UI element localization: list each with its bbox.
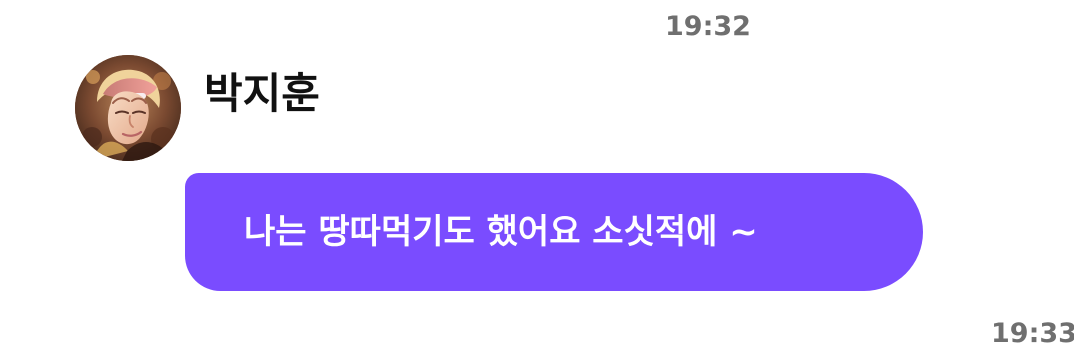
timestamp-top: 19:32 [665, 11, 751, 42]
message-text: 나는 땅따먹기도 했어요 소싯적에 ~ [244, 212, 758, 252]
message-bubble[interactable]: 나는 땅따먹기도 했어요 소싯적에 ~ [185, 173, 923, 291]
timestamp-bottom: 19:33 [991, 318, 1074, 349]
profile-avatar[interactable] [75, 55, 181, 161]
sender-name: 박지훈 [204, 69, 320, 118]
user-profile-photo-icon [75, 55, 181, 161]
